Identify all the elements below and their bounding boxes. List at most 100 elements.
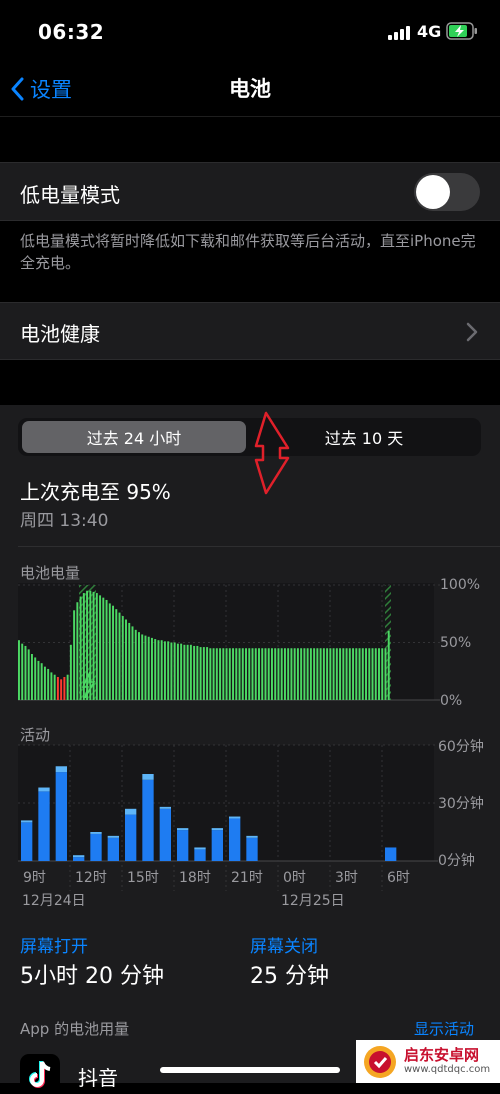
battery-bar — [219, 648, 222, 700]
battery-bar — [30, 654, 33, 700]
battery-bar — [69, 644, 72, 700]
battery-bar — [316, 648, 319, 700]
battery-bar — [18, 640, 20, 700]
battery-bar — [105, 599, 108, 700]
battery-bar — [355, 648, 358, 700]
battery-bar — [387, 631, 390, 700]
battery-bar — [79, 596, 82, 700]
battery-bar — [209, 648, 212, 700]
battery-bar — [238, 648, 241, 700]
watermark: 启东安卓网 www.qdtdqc.com — [356, 1040, 500, 1083]
battery-bar — [283, 648, 286, 700]
activity-bar-screen-on — [21, 822, 33, 861]
activity-x-label: 15时 — [127, 870, 159, 886]
activity-bar-screen-off — [107, 835, 119, 838]
battery-bar — [43, 666, 46, 700]
activity-bar-screen-off — [142, 774, 154, 780]
battery-bar — [241, 648, 244, 700]
activity-bar-screen-off — [194, 847, 206, 850]
watermark-logo-icon — [364, 1045, 396, 1078]
activity-bar-screen-on — [211, 830, 223, 861]
activity-chart: 60分钟 30分钟 0分钟 9时 12时 15时 18时 21时 0时 3时 6时 12月24… — [18, 738, 484, 909]
activity-bar-screen-on — [38, 791, 50, 861]
activity-bar-screen-on — [142, 779, 154, 861]
battery-bar — [361, 648, 364, 700]
battery-ytick-100: 100% — [440, 577, 480, 593]
activity-bar-screen-off — [125, 808, 137, 815]
battery-bar — [173, 642, 176, 700]
activity-ytick-30: 30分钟 — [438, 795, 484, 812]
activity-bar-screen-on — [229, 818, 241, 861]
activity-bar-screen-off — [246, 835, 258, 838]
battery-bar — [251, 648, 254, 700]
battery-bar — [147, 636, 150, 700]
battery-bar — [180, 643, 183, 700]
battery-bar — [167, 641, 170, 700]
activity-bar-screen-on — [125, 814, 137, 861]
activity-x-label: 6时 — [387, 870, 410, 886]
home-indicator[interactable] — [160, 1067, 340, 1073]
battery-bar — [163, 641, 166, 700]
battery-bar — [131, 626, 134, 700]
battery-bar — [118, 612, 121, 700]
battery-bar — [293, 648, 296, 700]
battery-bar — [248, 648, 251, 700]
battery-bar — [134, 629, 137, 700]
battery-bar — [358, 648, 361, 700]
battery-bar — [313, 648, 316, 700]
battery-bar — [76, 602, 79, 700]
activity-ytick-60: 60分钟 — [438, 738, 484, 755]
screen-on-value: 5小时 20 分钟 — [20, 964, 164, 989]
activity-x-label: 0时 — [283, 870, 306, 886]
activity-x-label: 21时 — [231, 870, 263, 886]
battery-bar — [332, 648, 335, 700]
battery-bar — [154, 639, 157, 700]
battery-bar — [365, 648, 367, 700]
date-label-dec-24: 12月24日 — [22, 893, 86, 909]
app-name-douyin[interactable]: 抖音 — [78, 1062, 118, 1091]
battery-bar — [193, 645, 196, 700]
activity-bar-screen-off — [159, 806, 171, 809]
battery-bar — [50, 672, 53, 700]
battery-bar — [170, 642, 173, 700]
battery-bar — [102, 597, 105, 700]
date-label-dec-25: 12月25日 — [281, 893, 345, 909]
activity-bar-screen-on — [177, 830, 189, 861]
battery-bar — [186, 644, 189, 700]
battery-bar — [115, 609, 118, 700]
activity-bar-screen-off — [229, 816, 241, 819]
battery-bar — [374, 648, 377, 700]
battery-bar — [225, 648, 228, 700]
battery-bar — [300, 648, 303, 700]
battery-bar — [342, 648, 345, 700]
battery-bar — [141, 634, 144, 700]
battery-bar — [274, 648, 277, 700]
battery-bar — [245, 648, 247, 700]
battery-bar — [254, 648, 257, 700]
activity-bar-screen-off — [55, 766, 67, 773]
battery-bar — [371, 648, 374, 700]
battery-bar — [66, 674, 69, 700]
battery-bar — [296, 648, 299, 700]
battery-bar — [258, 648, 260, 700]
battery-bar — [86, 590, 89, 700]
battery-bar — [232, 648, 235, 700]
activity-bar-screen-off — [211, 828, 223, 831]
tiktok-icon[interactable] — [20, 1054, 60, 1094]
screen-off-value: 25 分钟 — [250, 964, 329, 989]
battery-bar — [63, 677, 66, 700]
activity-bar-screen-on — [107, 837, 119, 861]
battery-bar — [303, 648, 306, 700]
battery-bar — [24, 645, 27, 700]
battery-bar — [329, 648, 332, 700]
activity-bar-screen-on — [159, 808, 171, 861]
battery-bar — [345, 648, 348, 700]
activity-bar-screen-on — [194, 849, 206, 861]
battery-ytick-0: 0% — [440, 693, 462, 709]
activity-x-label: 18时 — [179, 870, 211, 886]
battery-bar — [277, 648, 280, 700]
battery-bar — [89, 590, 92, 700]
activity-bar-screen-on — [385, 847, 397, 861]
activity-x-label: 12时 — [75, 870, 107, 886]
show-activity-button[interactable]: 显示活动 — [414, 1018, 474, 1039]
